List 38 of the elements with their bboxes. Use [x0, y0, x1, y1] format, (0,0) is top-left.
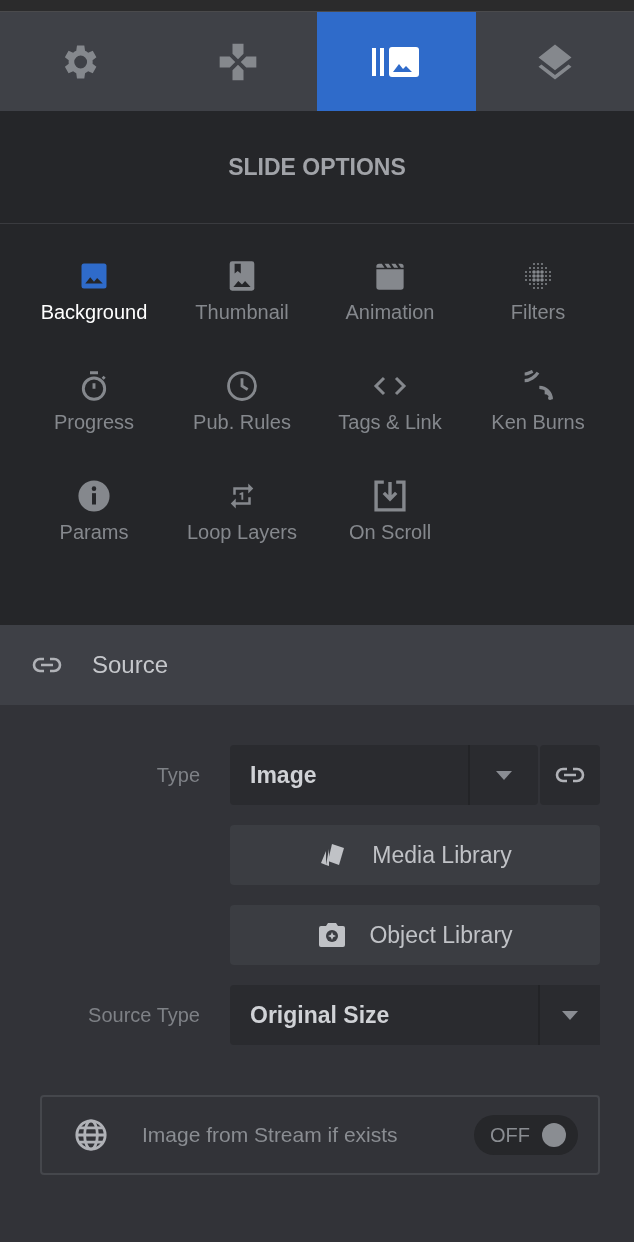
option-item[interactable]: Filters: [464, 257, 612, 367]
option-item[interactable]: Pub. Rules: [168, 367, 316, 477]
clock-icon: [225, 369, 259, 403]
download-tray-icon: [371, 479, 409, 513]
library-button[interactable]: Object Library: [230, 905, 600, 965]
option-item[interactable]: Params: [20, 477, 168, 587]
link-icon: [555, 767, 585, 783]
globe-icon: [74, 1118, 108, 1152]
field-label: Source Type: [87, 1003, 200, 1027]
toggle-switch[interactable]: OFF: [474, 1115, 578, 1155]
library-button[interactable]: Media Library: [230, 825, 600, 885]
option-item[interactable]: On Scroll: [316, 477, 464, 587]
option-item[interactable]: Progress: [20, 367, 168, 477]
bookmark-image-icon: [227, 260, 257, 292]
link-button[interactable]: [540, 745, 600, 805]
option-item[interactable]: Loop Layers: [168, 477, 316, 587]
dots-icon: [522, 260, 554, 292]
option-item[interactable]: Ken Burns: [464, 367, 612, 477]
source-type-select[interactable]: Original Size: [230, 985, 600, 1045]
option-item[interactable]: Tags & Link: [316, 367, 464, 477]
section-header[interactable]: Source: [0, 625, 634, 705]
field-label: Type: [155, 763, 200, 787]
clapperboard-icon: [373, 261, 407, 291]
link-icon: [32, 657, 62, 673]
type-select[interactable]: Image: [230, 745, 538, 805]
camera-icon: [317, 921, 348, 949]
caret-icon: [496, 770, 512, 780]
option-item[interactable]: Animation: [316, 257, 464, 367]
info-icon: [77, 479, 111, 513]
caret-icon: [562, 1010, 578, 1020]
panel-title: SLIDE OPTIONS: [228, 153, 406, 181]
tab[interactable]: [317, 12, 476, 111]
option-label: Image from Stream if exists: [142, 1123, 399, 1147]
signal-waves-icon: [522, 370, 554, 402]
option-item[interactable]: Thumbnail: [168, 257, 316, 367]
option-item[interactable]: Background: [20, 257, 168, 367]
image-icon: [79, 261, 109, 291]
slides-image-icon: [372, 45, 421, 78]
